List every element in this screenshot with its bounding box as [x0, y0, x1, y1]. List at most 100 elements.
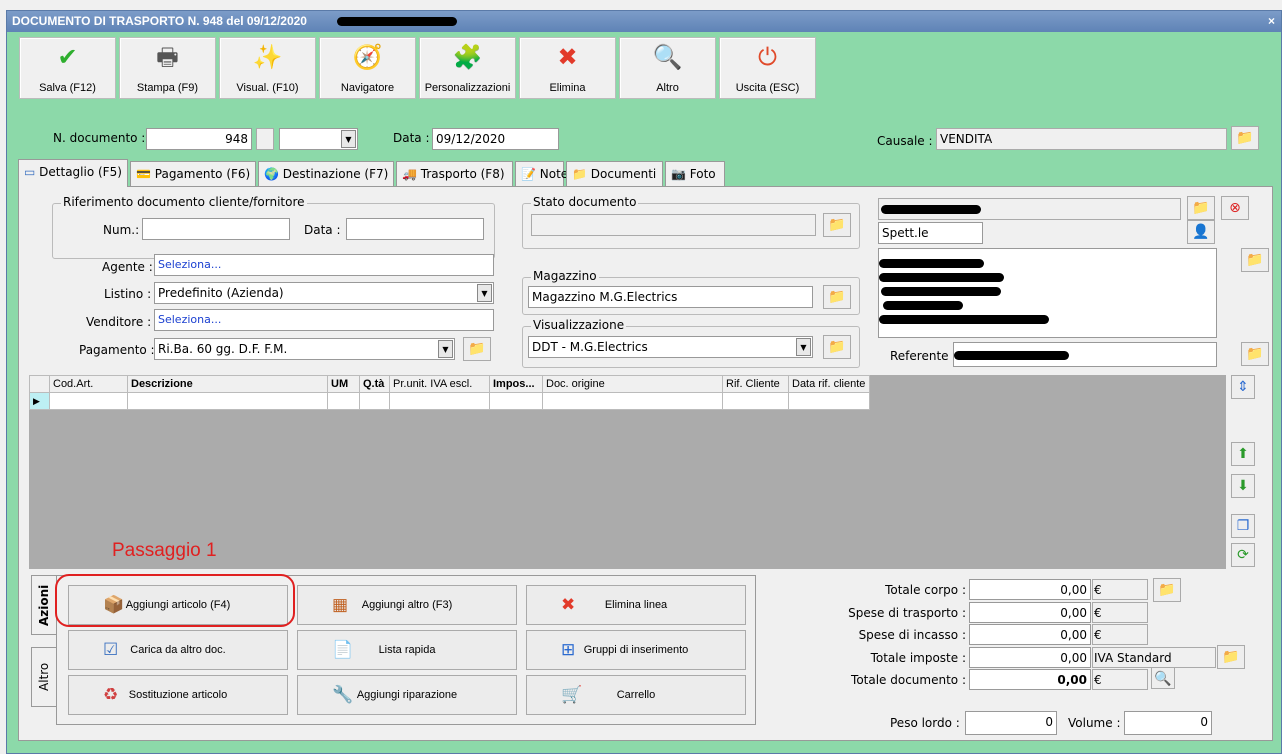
action-aggiungi-riparazione[interactable]: 🔧 Aggiungi riparazione: [297, 675, 517, 715]
move-down-button[interactable]: ⬇: [1231, 474, 1255, 498]
num-documento-input[interactable]: 948: [146, 128, 252, 150]
action-icon: 🔧: [332, 685, 354, 704]
side-tab-azioni[interactable]: Azioni: [31, 575, 57, 635]
serie-select[interactable]: ▼: [279, 128, 358, 150]
address-folder-button[interactable]: 📁: [1241, 248, 1269, 272]
cliente-folder-button[interactable]: 📁: [1187, 196, 1215, 220]
tab-destinazione[interactable]: 🌍 Destinazione (F7): [258, 161, 394, 187]
grid-cell[interactable]: [389, 392, 490, 410]
referente-input[interactable]: [953, 342, 1217, 367]
close-button[interactable]: ×: [1268, 11, 1275, 32]
column-header[interactable]: Rif. Cliente: [722, 375, 789, 393]
visualizzazione-folder-button[interactable]: 📁: [823, 335, 851, 359]
referente-folder-button[interactable]: 📁: [1241, 342, 1269, 366]
salutation-input[interactable]: Spett.le: [878, 222, 983, 244]
num-suffix-button[interactable]: [256, 128, 274, 150]
rif-data-input[interactable]: [346, 218, 484, 240]
grid-cell[interactable]: [489, 392, 543, 410]
total-value[interactable]: 0,00: [969, 624, 1091, 645]
volume-input[interactable]: 0: [1124, 711, 1212, 735]
grid-cell[interactable]: [788, 392, 870, 410]
total-value[interactable]: 0,00: [969, 579, 1091, 600]
venditore-input[interactable]: Seleziona...: [154, 309, 494, 331]
toolbar-button-stampa[interactable]: 🖶 Stampa (F9): [119, 37, 216, 99]
visualizzazione-select[interactable]: DDT - M.G.Electrics ▼: [528, 336, 813, 358]
toolbar-button-altro[interactable]: 🔍 Altro: [619, 37, 716, 99]
grid-cell[interactable]: [49, 392, 128, 410]
toolbar-button-navigatore[interactable]: 🧭 Navigatore: [319, 37, 416, 99]
action-aggiungi-altro-f3[interactable]: ▦ Aggiungi altro (F3): [297, 585, 517, 625]
rif-group: Riferimento documento cliente/fornitore …: [52, 195, 495, 259]
copy-row-button[interactable]: ❐: [1231, 514, 1255, 538]
grid-cell[interactable]: [722, 392, 789, 410]
listino-select[interactable]: Predefinito (Azienda) ▼: [154, 282, 494, 304]
stato-input[interactable]: [531, 214, 816, 236]
visualizzazione-group: Visualizzazione DDT - M.G.Electrics ▼ 📁: [522, 318, 860, 368]
side-tab-altro[interactable]: Altro: [31, 647, 57, 707]
grid-cell[interactable]: [359, 392, 390, 410]
cliente-name-input[interactable]: [878, 198, 1181, 220]
column-header[interactable]: Doc. origine: [542, 375, 723, 393]
peso-input[interactable]: 0: [965, 711, 1057, 735]
action-gruppi-di-inserimento[interactable]: ⊞ Gruppi di inserimento: [526, 630, 746, 670]
tab-foto[interactable]: 📷 Foto: [665, 161, 725, 187]
toolbar-button-salva[interactable]: ✔ Salva (F12): [19, 37, 116, 99]
pagamento-select[interactable]: Ri.Ba. 60 gg. D.F. F.M. ▼: [154, 338, 455, 360]
column-header[interactable]: Q.tà: [359, 375, 390, 393]
agente-input[interactable]: Seleziona...: [154, 254, 494, 276]
toolbar-button-visual.[interactable]: ✨ Visual. (F10): [219, 37, 316, 99]
total-value[interactable]: 0,00: [969, 601, 1091, 623]
total-value[interactable]: 0,00: [969, 646, 1091, 668]
toolbar-button-uscita[interactable]: ⏻ Uscita (ESC): [719, 37, 816, 99]
column-header[interactable]: Cod.Art.: [49, 375, 128, 393]
cliente-address-textarea[interactable]: [878, 248, 1217, 338]
cliente-search-button[interactable]: 👤: [1187, 220, 1215, 244]
magazzino-folder-button[interactable]: 📁: [823, 285, 851, 309]
total-label: Spese di incasso :: [858, 628, 966, 642]
action-lista-rapida[interactable]: 📄 Lista rapida: [297, 630, 517, 670]
column-header[interactable]: Impos...: [489, 375, 543, 393]
redaction: [881, 205, 981, 214]
uscita-icon: ⏻: [758, 44, 777, 71]
tab-trasporto[interactable]: 🚚 Trasporto (F8): [396, 161, 513, 187]
imposte-folder-button[interactable]: 📁: [1217, 645, 1245, 669]
action-sostituzione-articolo[interactable]: ♻ Sostituzione articolo: [68, 675, 288, 715]
total-value[interactable]: 0,00: [969, 669, 1091, 690]
grid-cell[interactable]: [327, 392, 360, 410]
scroll-top-button[interactable]: ⇕: [1231, 375, 1255, 399]
folder-icon: 📁: [1158, 582, 1176, 598]
tab-note[interactable]: 📝 Note: [515, 161, 568, 187]
tab-dettaglio[interactable]: ▭ Dettaglio (F5): [18, 159, 128, 187]
salva-icon: ✔: [57, 44, 78, 71]
refresh-button[interactable]: ⟳: [1231, 543, 1255, 567]
column-header[interactable]: Descrizione: [127, 375, 328, 393]
column-header[interactable]: UM: [327, 375, 360, 393]
rif-num-input[interactable]: [142, 218, 290, 240]
column-header[interactable]: Data rif. cliente: [788, 375, 870, 393]
user-search-icon: 👤: [1192, 224, 1210, 240]
data-input[interactable]: 09/12/2020: [432, 128, 559, 150]
toolbar-button-elimina[interactable]: ✖ Elimina: [519, 37, 616, 99]
tab-label: Foto: [689, 167, 716, 181]
tab-icon: ▭: [24, 165, 40, 179]
grid-cell[interactable]: [542, 392, 723, 410]
action-carica-da-altro-doc[interactable]: ☑ Carica da altro doc.: [68, 630, 288, 670]
toolbar-button-personalizzazioni[interactable]: 🧩 Personalizzazioni: [419, 37, 516, 99]
causale-input[interactable]: VENDITA: [936, 128, 1227, 150]
action-label: Elimina linea: [604, 599, 668, 611]
magazzino-input[interactable]: Magazzino M.G.Electrics: [528, 286, 813, 308]
action-carrello[interactable]: 🛒 Carrello: [526, 675, 746, 715]
folder-icon: 📁: [828, 217, 846, 233]
causale-folder-button[interactable]: 📁: [1231, 126, 1259, 150]
pagamento-folder-button[interactable]: 📁: [463, 337, 491, 361]
tab-documenti[interactable]: 📁 Documenti: [566, 161, 663, 187]
cliente-remove-button[interactable]: ⊗: [1221, 196, 1249, 220]
totale-corpo-folder-button[interactable]: 📁: [1153, 578, 1181, 602]
column-header[interactable]: Pr.unit. IVA escl.: [389, 375, 490, 393]
tab-pagamento[interactable]: 💳 Pagamento (F6): [130, 161, 256, 187]
action-elimina-linea[interactable]: ✖ Elimina linea: [526, 585, 746, 625]
grid-cell[interactable]: [127, 392, 328, 410]
stato-folder-button[interactable]: 📁: [823, 213, 851, 237]
totale-detail-button[interactable]: 🔍: [1151, 667, 1175, 689]
move-up-button[interactable]: ⬆: [1231, 442, 1255, 466]
